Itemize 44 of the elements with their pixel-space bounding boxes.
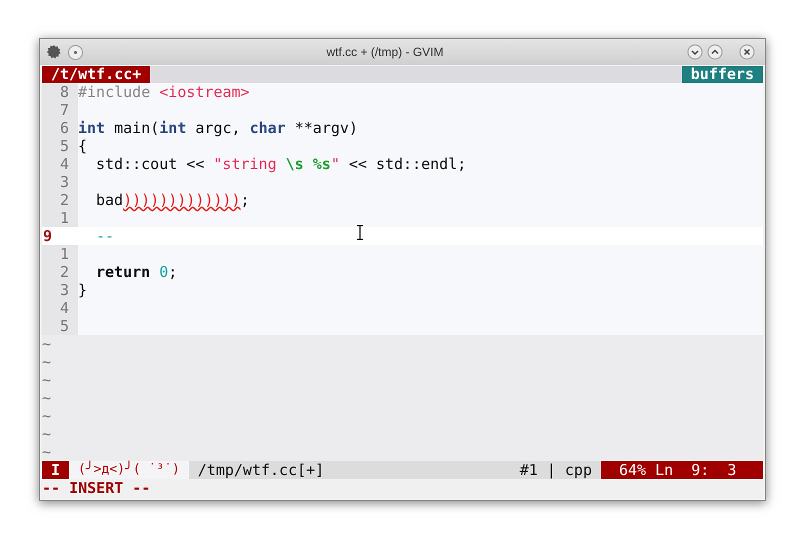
- status-filename: /tmp/wtf.cc[+]: [196, 461, 326, 479]
- line-number: 5: [42, 317, 78, 335]
- line-number: 4: [42, 299, 78, 317]
- line-number: 2: [42, 263, 78, 281]
- status-face: (╯>д<)╯( ˙³˙): [69, 461, 189, 479]
- empty-line-marker: ~: [42, 407, 52, 425]
- line-number: 1: [42, 209, 78, 227]
- window-menu-button[interactable]: [68, 44, 83, 60]
- mode-indicator: I: [42, 461, 70, 479]
- empty-line-marker: ~: [42, 389, 52, 407]
- line-number: 3: [42, 281, 78, 299]
- code-line: std::cout << "string \s %s" << std::endl;: [95, 155, 466, 173]
- text-cursor-icon: [357, 225, 363, 240]
- maximize-button[interactable]: [707, 44, 723, 60]
- code-line: bad)))))))))))));: [95, 191, 250, 209]
- line-number: 4: [42, 155, 78, 173]
- code-line: {: [78, 137, 88, 155]
- empty-line-marker: ~: [42, 335, 52, 353]
- code-line: }: [78, 281, 88, 299]
- line-number: 1: [42, 245, 78, 263]
- empty-line-marker: ~: [42, 425, 52, 443]
- code-line: return 0;: [95, 263, 178, 281]
- line-number: 6: [42, 119, 78, 137]
- window-title: wtf.cc + (/tmp) - GVIM: [325, 44, 444, 61]
- line-number: 8: [42, 83, 78, 101]
- status-filetype: #1 | cpp: [518, 461, 593, 479]
- line-number: 7: [42, 101, 78, 119]
- code-line: int main(int argc, char **argv): [78, 119, 358, 137]
- line-number: 3: [42, 173, 78, 191]
- buffers-label: buffers: [682, 66, 763, 83]
- empty-line-marker: ~: [42, 353, 52, 371]
- status-position: 64% Ln 9: 3: [601, 461, 763, 479]
- empty-line-marker: ~: [42, 443, 52, 461]
- gear-icon[interactable]: [46, 44, 62, 60]
- line-number: 5: [42, 137, 78, 155]
- line-number: 2: [42, 191, 78, 209]
- tab[interactable]: /t/wtf.cc+: [42, 66, 150, 83]
- line-number: 9: [42, 227, 54, 245]
- close-button[interactable]: [739, 44, 755, 60]
- minimize-button[interactable]: [687, 44, 703, 60]
- code-line: #include <iostream>: [78, 83, 250, 101]
- command-line: -- INSERT --: [42, 479, 152, 497]
- code-line: --: [95, 227, 114, 245]
- empty-line-marker: ~: [42, 371, 52, 389]
